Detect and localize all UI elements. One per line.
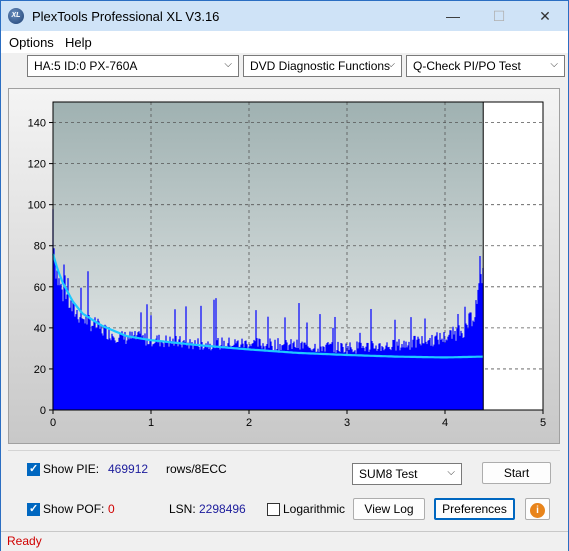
chart-panel: 0 1 2 3 4 5 0 20 40 60 80 100 120 140 <box>8 88 560 444</box>
lsn-value: 2298496 <box>199 502 246 516</box>
window-title: PlexTools Professional XL V3.16 <box>32 9 220 24</box>
x-tick-label: 4 <box>442 417 448 429</box>
minimize-button[interactable]: — <box>430 1 476 31</box>
menu-options[interactable]: Options <box>9 35 54 50</box>
start-button[interactable]: Start <box>482 462 551 484</box>
y-tick-label: 80 <box>34 241 46 253</box>
drive-select[interactable]: HA:5 ID:0 PX-760A ⌵ <box>27 55 239 77</box>
sum-test-select[interactable]: SUM8 Test ⌵ <box>352 463 462 485</box>
logarithmic-checkbox[interactable] <box>267 503 280 516</box>
y-tick-label: 20 <box>34 364 46 376</box>
pie-value: 469912 <box>108 462 149 476</box>
lsn-label: LSN: <box>169 502 196 516</box>
show-pie-label: Show PIE: <box>43 462 100 476</box>
x-tick-label: 0 <box>50 417 56 429</box>
unused-region <box>483 102 543 410</box>
app-logo-icon: XL <box>8 8 24 24</box>
app-window: XL PlexTools Professional XL V3.16 — ☐ ✕… <box>0 0 569 551</box>
y-tick-label: 0 <box>40 405 46 417</box>
function-select-value: DVD Diagnostic Functions <box>250 59 391 73</box>
show-pof-label: Show POF: <box>43 502 105 516</box>
x-tick-label: 1 <box>148 417 154 429</box>
chevron-down-icon: ⌵ <box>550 59 558 70</box>
chevron-down-icon: ⌵ <box>224 59 232 70</box>
drive-select-value: HA:5 ID:0 PX-760A <box>34 59 138 73</box>
chevron-down-icon: ⌵ <box>387 59 395 70</box>
pi-po-chart: 0 1 2 3 4 5 0 20 40 60 80 100 120 140 <box>28 101 546 429</box>
pof-value: 0 <box>108 502 115 516</box>
logarithmic-label: Logarithmic <box>283 502 346 516</box>
test-select-value: Q-Check PI/PO Test <box>413 59 521 73</box>
y-tick-label: 120 <box>28 159 46 171</box>
toolbar: HA:5 ID:0 PX-760A ⌵ DVD Diagnostic Funct… <box>1 53 568 81</box>
info-icon: i <box>530 503 545 518</box>
sum-test-value: SUM8 Test <box>359 467 418 481</box>
x-tick-label: 3 <box>344 417 350 429</box>
status-bar: Ready <box>1 531 568 551</box>
menu-help[interactable]: Help <box>65 35 92 50</box>
menu-bar: Options Help <box>1 31 568 53</box>
test-select[interactable]: Q-Check PI/PO Test ⌵ <box>406 55 565 77</box>
y-tick-label: 40 <box>34 323 46 335</box>
pie-unit: rows/8ECC <box>166 462 227 476</box>
info-button[interactable]: i <box>525 498 550 520</box>
status-text: Ready <box>7 534 42 548</box>
function-select[interactable]: DVD Diagnostic Functions ⌵ <box>243 55 402 77</box>
title-bar: XL PlexTools Professional XL V3.16 — ☐ ✕ <box>1 1 568 31</box>
view-log-button[interactable]: View Log <box>353 498 425 520</box>
maximize-button[interactable]: ☐ <box>476 1 522 31</box>
chevron-down-icon: ⌵ <box>447 467 455 478</box>
show-pof-checkbox[interactable] <box>27 502 40 516</box>
x-tick-label: 2 <box>246 417 252 429</box>
preferences-button[interactable]: Preferences <box>434 498 515 520</box>
y-tick-label: 60 <box>34 282 46 294</box>
close-button[interactable]: ✕ <box>522 1 568 31</box>
divider <box>8 450 560 451</box>
y-tick-label: 100 <box>28 200 46 212</box>
y-tick-label: 140 <box>28 118 46 130</box>
x-tick-label: 5 <box>540 417 546 429</box>
show-pie-checkbox[interactable] <box>27 462 40 476</box>
